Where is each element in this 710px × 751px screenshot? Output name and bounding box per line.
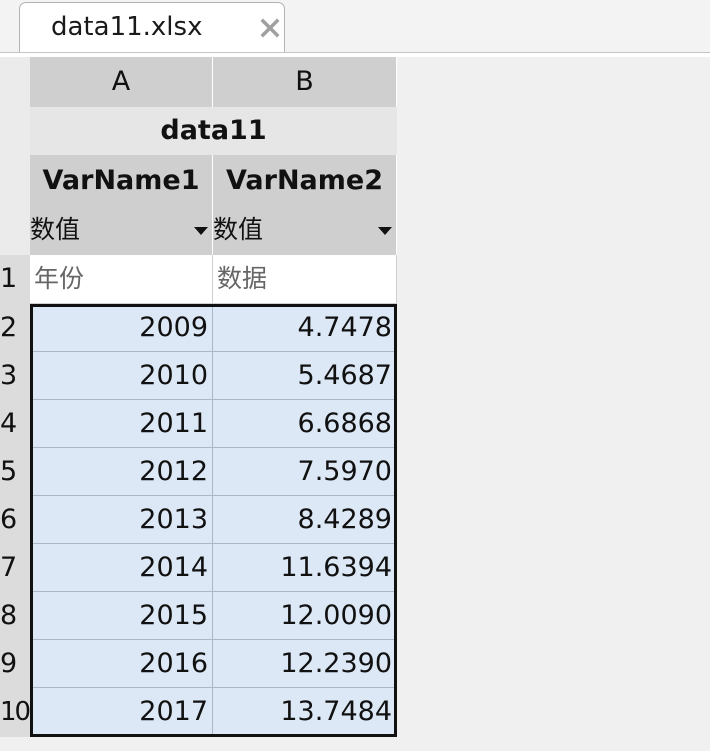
close-icon[interactable] [258, 16, 282, 40]
row-number[interactable]: 4 [0, 400, 30, 448]
column-header-a[interactable]: A [30, 57, 213, 107]
table-cell[interactable]: 12.0090 [213, 592, 397, 640]
row-number[interactable]: 10 [0, 688, 30, 737]
table-cell[interactable]: 2011 [30, 400, 213, 448]
tab-bar: data11.xlsx [0, 0, 710, 53]
table-cell[interactable]: 2016 [30, 640, 213, 688]
table-cell[interactable]: 11.6394 [213, 544, 397, 592]
table-cell[interactable]: 6.6868 [213, 400, 397, 448]
row-number[interactable]: 5 [0, 448, 30, 496]
table-cell[interactable]: 2015 [30, 592, 213, 640]
variable-name-1[interactable]: VarName1 [30, 155, 213, 207]
table-cell[interactable]: 年份 [30, 255, 213, 304]
table-cell[interactable]: 2017 [30, 688, 213, 737]
variable-type-label: 数值 [213, 215, 264, 244]
variable-name-2[interactable]: VarName2 [213, 155, 397, 207]
dropdown-arrow-icon[interactable] [378, 227, 392, 235]
table-cell[interactable]: 2012 [30, 448, 213, 496]
import-grid: A B data11 VarName1 VarName2 数值 数值 1 年份 … [0, 57, 710, 751]
table-cell[interactable]: 数据 [213, 255, 397, 304]
variable-type-label: 数值 [30, 215, 81, 244]
table-title: data11 [30, 107, 397, 155]
row-number[interactable]: 6 [0, 496, 30, 544]
table-cell[interactable]: 2009 [30, 304, 213, 352]
row-number[interactable]: 7 [0, 544, 30, 592]
table-cell[interactable]: 2010 [30, 352, 213, 400]
variable-type-dropdown-1[interactable]: 数值 [30, 207, 213, 255]
table-cell[interactable]: 2014 [30, 544, 213, 592]
table-cell[interactable]: 13.7484 [213, 688, 397, 737]
file-tab[interactable]: data11.xlsx [19, 2, 285, 52]
row-number[interactable]: 2 [0, 304, 30, 352]
table-cell[interactable]: 5.4687 [213, 352, 397, 400]
column-header-b[interactable]: B [213, 57, 397, 107]
row-number[interactable]: 9 [0, 640, 30, 688]
row-number[interactable]: 8 [0, 592, 30, 640]
file-tab-label: data11.xlsx [51, 12, 203, 42]
table-cell[interactable]: 4.7478 [213, 304, 397, 352]
row-number[interactable]: 1 [0, 255, 30, 304]
table-cell[interactable]: 8.4289 [213, 496, 397, 544]
variable-type-dropdown-2[interactable]: 数值 [213, 207, 397, 255]
dropdown-arrow-icon[interactable] [194, 227, 208, 235]
table-cell[interactable]: 7.5970 [213, 448, 397, 496]
row-number[interactable]: 3 [0, 352, 30, 400]
table-cell[interactable]: 2013 [30, 496, 213, 544]
table-cell[interactable]: 12.2390 [213, 640, 397, 688]
